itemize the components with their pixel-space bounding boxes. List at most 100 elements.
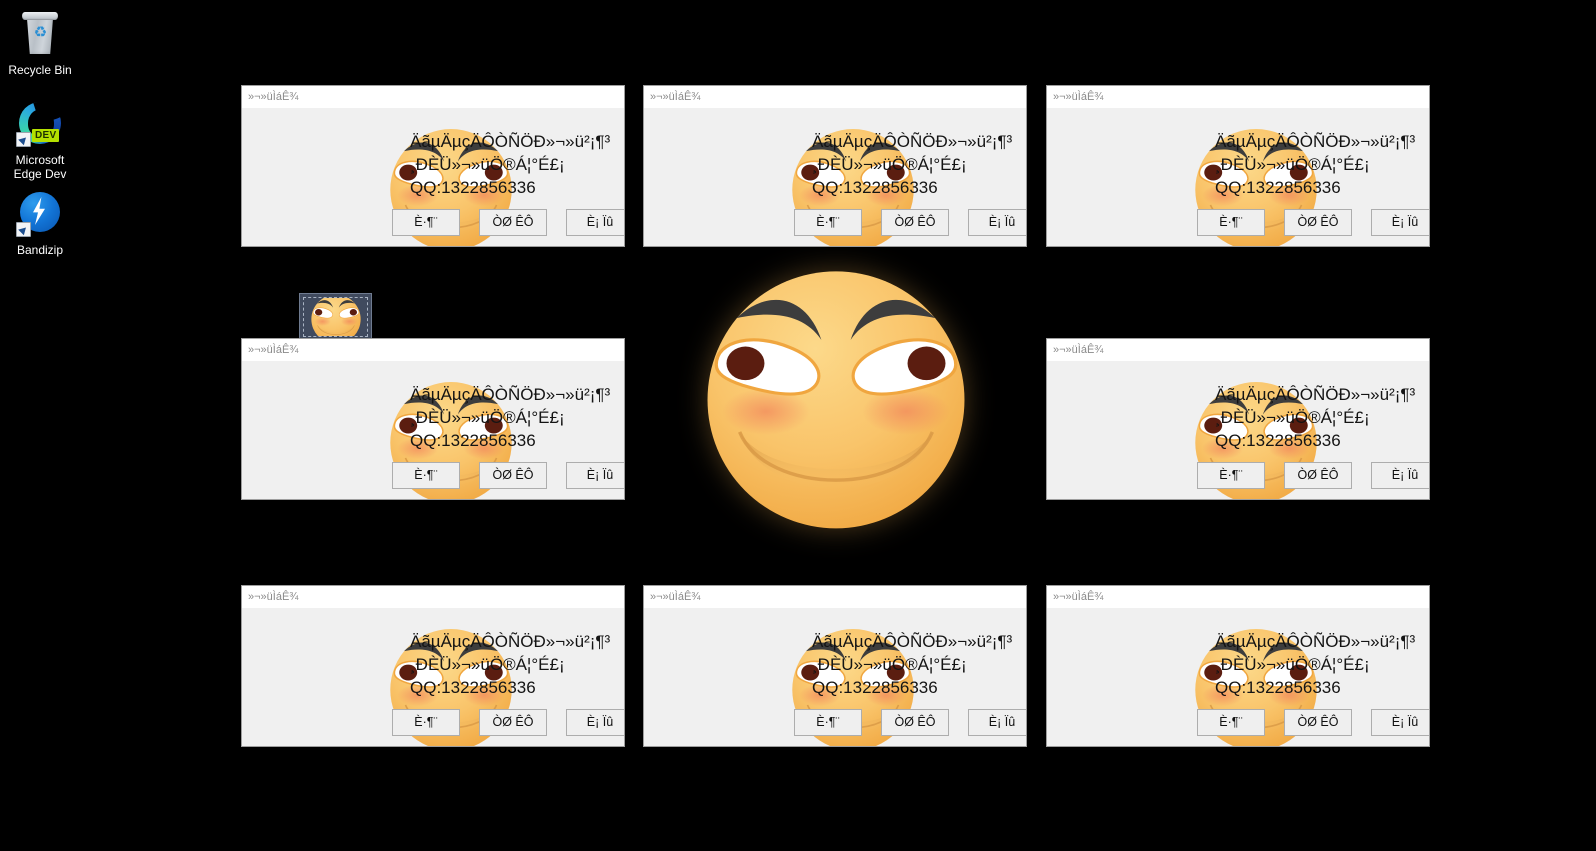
dialog-message-line-1: ÄãµÄµçÄÔÒÑÖÐ»¬»ü²¡¶³	[812, 132, 1013, 151]
dialog-retry-button[interactable]: ÒØ ÊÔ	[881, 709, 949, 736]
dialog-confirm-button[interactable]: È·¶¨	[794, 709, 862, 736]
dialog-message-line-2: ¸ÐÈÜ»¬»üÖ®Á¦°É£¡	[1215, 155, 1370, 174]
dialog-title-text: »¬»üÌáÊ¾	[1053, 344, 1104, 356]
dialog-confirm-button[interactable]: È·¶¨	[794, 209, 862, 236]
dialog-confirm-button[interactable]: È·¶¨	[1197, 462, 1265, 489]
desktop-icon-recycle-bin[interactable]: ♻ Recycle Bin	[0, 10, 80, 77]
dialog-retry-button[interactable]: ÒØ ÊÔ	[881, 209, 949, 236]
dialog-button-row: È·¶¨ ÒØ ÊÔ È¡ Ïû	[1197, 209, 1429, 236]
dialog-button-row: È·¶¨ ÒØ ÊÔ È¡ Ïû	[392, 709, 624, 736]
dialog-message-line-3: QQ:1322856336	[812, 178, 938, 197]
dialog-cancel-button[interactable]: È¡ Ïû	[566, 709, 624, 736]
virus-alert-dialog[interactable]: »¬»üÌáÊ¾ ÄãµÄµçÄÔÒÑÖÐ»¬»ü²¡¶³ ¸ÐÈÜ»¬»üÖ®…	[1046, 585, 1430, 747]
dialog-cancel-button[interactable]: È¡ Ïû	[968, 709, 1026, 736]
dialog-message-line-1: ÄãµÄµçÄÔÒÑÖÐ»¬»ü²¡¶³	[812, 632, 1013, 651]
virus-alert-dialog[interactable]: »¬»üÌáÊ¾ ÄãµÄµçÄÔÒÑÖÐ»¬»ü²¡¶³ ¸ÐÈÜ»¬»üÖ®…	[1046, 338, 1430, 500]
dialog-message-line-3: QQ:1322856336	[1215, 678, 1341, 697]
dialog-title-text: »¬»üÌáÊ¾	[1053, 91, 1104, 103]
dialog-title-bar: »¬»üÌáÊ¾	[242, 586, 624, 608]
dialog-title-text: »¬»üÌáÊ¾	[248, 344, 299, 356]
dialog-cancel-button[interactable]: È¡ Ïû	[566, 462, 624, 489]
virus-alert-dialog[interactable]: »¬»üÌáÊ¾ ÄãµÄµçÄÔÒÑÖÐ»¬»ü²¡¶³ ¸ÐÈÜ»¬»üÖ®…	[241, 85, 625, 247]
thumbnail-selection-border	[303, 297, 368, 337]
large-smiley-face	[660, 248, 1012, 540]
desktop-icon-label: Bandizip	[16, 243, 64, 257]
dialog-cancel-button[interactable]: È¡ Ïû	[566, 209, 624, 236]
virus-alert-dialog[interactable]: »¬»üÌáÊ¾ ÄãµÄµçÄÔÒÑÖÐ»¬»ü²¡¶³ ¸ÐÈÜ»¬»üÖ®…	[241, 585, 625, 747]
dialog-button-row: È·¶¨ ÒØ ÊÔ È¡ Ïû	[794, 209, 1026, 236]
dialog-cancel-button[interactable]: È¡ Ïû	[1371, 709, 1429, 736]
dialog-message: ÄãµÄµçÄÔÒÑÖÐ»¬»ü²¡¶³ ¸ÐÈÜ»¬»üÖ®Á¦°É£¡ QQ…	[812, 130, 1026, 199]
dialog-message: ÄãµÄµçÄÔÒÑÖÐ»¬»ü²¡¶³ ¸ÐÈÜ»¬»üÖ®Á¦°É£¡ QQ…	[1215, 383, 1429, 452]
dialog-title-text: »¬»üÌáÊ¾	[650, 591, 701, 603]
smiley-face-icon	[308, 298, 364, 336]
dialog-title-text: »¬»üÌáÊ¾	[650, 91, 701, 103]
dialog-retry-button[interactable]: ÒØ ÊÔ	[1284, 209, 1352, 236]
dialog-message-line-3: QQ:1322856336	[1215, 431, 1341, 450]
dialog-cancel-button[interactable]: È¡ Ïû	[1371, 209, 1429, 236]
desktop-icon-edge-dev[interactable]: DEV Microsoft Edge Dev	[0, 93, 80, 181]
virus-alert-dialog[interactable]: »¬»üÌáÊ¾ ÄãµÄµçÄÔÒÑÖÐ»¬»ü²¡¶³ ¸ÐÈÜ»¬»üÖ®…	[643, 85, 1027, 247]
dialog-button-row: È·¶¨ ÒØ ÊÔ È¡ Ïû	[1197, 462, 1429, 489]
dialog-title-text: »¬»üÌáÊ¾	[1053, 591, 1104, 603]
dialog-confirm-button[interactable]: È·¶¨	[1197, 209, 1265, 236]
dialog-cancel-button[interactable]: È¡ Ïû	[1371, 462, 1429, 489]
shortcut-arrow-icon	[16, 132, 31, 147]
dialog-title-bar: »¬»üÌáÊ¾	[1047, 339, 1429, 361]
virus-alert-dialog[interactable]: »¬»üÌáÊ¾ ÄãµÄµçÄÔÒÑÖÐ»¬»ü²¡¶³ ¸ÐÈÜ»¬»üÖ®…	[1046, 85, 1430, 247]
dialog-message-line-1: ÄãµÄµçÄÔÒÑÖÐ»¬»ü²¡¶³	[410, 632, 611, 651]
shortcut-arrow-icon	[16, 222, 31, 237]
dialog-confirm-button[interactable]: È·¶¨	[392, 209, 460, 236]
dialog-title-bar: »¬»üÌáÊ¾	[644, 86, 1026, 108]
dialog-message-line-2: ¸ÐÈÜ»¬»üÖ®Á¦°É£¡	[410, 408, 565, 427]
dialog-button-row: È·¶¨ ÒØ ÊÔ È¡ Ïû	[1197, 709, 1429, 736]
dialog-message: ÄãµÄµçÄÔÒÑÖÐ»¬»ü²¡¶³ ¸ÐÈÜ»¬»üÖ®Á¦°É£¡ QQ…	[410, 130, 624, 199]
dialog-confirm-button[interactable]: È·¶¨	[1197, 709, 1265, 736]
dialog-title-bar: »¬»üÌáÊ¾	[644, 586, 1026, 608]
desktop-icon-label-line1: Microsoft	[15, 153, 65, 167]
dialog-title-bar: »¬»üÌáÊ¾	[1047, 86, 1429, 108]
dialog-message-line-2: ¸ÐÈÜ»¬»üÖ®Á¦°É£¡	[1215, 408, 1370, 427]
virus-alert-dialog[interactable]: »¬»üÌáÊ¾ ÄãµÄµçÄÔÒÑÖÐ»¬»ü²¡¶³ ¸ÐÈÜ»¬»üÖ®…	[241, 338, 625, 500]
dialog-cancel-button[interactable]: È¡ Ïû	[968, 209, 1026, 236]
dialog-title-bar: »¬»üÌáÊ¾	[242, 339, 624, 361]
dialog-body: ÄãµÄµçÄÔÒÑÖÐ»¬»ü²¡¶³ ¸ÐÈÜ»¬»üÖ®Á¦°É£¡ QQ…	[644, 608, 1026, 746]
dialog-button-row: È·¶¨ ÒØ ÊÔ È¡ Ïû	[392, 209, 624, 236]
image-preview-thumbnail[interactable]	[299, 293, 372, 341]
dialog-body: ÄãµÄµçÄÔÒÑÖÐ»¬»ü²¡¶³ ¸ÐÈÜ»¬»üÖ®Á¦°É£¡ QQ…	[644, 108, 1026, 246]
dialog-title-text: »¬»üÌáÊ¾	[248, 91, 299, 103]
dialog-body: ÄãµÄµçÄÔÒÑÖÐ»¬»ü²¡¶³ ¸ÐÈÜ»¬»üÖ®Á¦°É£¡ QQ…	[242, 108, 624, 246]
dialog-message-line-3: QQ:1322856336	[410, 678, 536, 697]
dialog-body: ÄãµÄµçÄÔÒÑÖÐ»¬»ü²¡¶³ ¸ÐÈÜ»¬»üÖ®Á¦°É£¡ QQ…	[242, 361, 624, 499]
dialog-message-line-2: ¸ÐÈÜ»¬»üÖ®Á¦°É£¡	[812, 155, 967, 174]
virus-alert-dialog[interactable]: »¬»üÌáÊ¾ ÄãµÄµçÄÔÒÑÖÐ»¬»ü²¡¶³ ¸ÐÈÜ»¬»üÖ®…	[643, 585, 1027, 747]
dialog-button-row: È·¶¨ ÒØ ÊÔ È¡ Ïû	[794, 709, 1026, 736]
dialog-confirm-button[interactable]: È·¶¨	[392, 709, 460, 736]
dialog-message: ÄãµÄµçÄÔÒÑÖÐ»¬»ü²¡¶³ ¸ÐÈÜ»¬»üÖ®Á¦°É£¡ QQ…	[410, 383, 624, 452]
desktop-icon-bandizip[interactable]: Bandizip	[0, 190, 80, 257]
dialog-message-line-3: QQ:1322856336	[812, 678, 938, 697]
dialog-retry-button[interactable]: ÒØ ÊÔ	[479, 209, 547, 236]
dialog-message-line-3: QQ:1322856336	[1215, 178, 1341, 197]
dialog-retry-button[interactable]: ÒØ ÊÔ	[1284, 462, 1352, 489]
dialog-message-line-2: ¸ÐÈÜ»¬»üÖ®Á¦°É£¡	[812, 655, 967, 674]
dialog-confirm-button[interactable]: È·¶¨	[392, 462, 460, 489]
dialog-message-line-2: ¸ÐÈÜ»¬»üÖ®Á¦°É£¡	[410, 655, 565, 674]
dialog-button-row: È·¶¨ ÒØ ÊÔ È¡ Ïû	[392, 462, 624, 489]
dialog-message: ÄãµÄµçÄÔÒÑÖÐ»¬»ü²¡¶³ ¸ÐÈÜ»¬»üÖ®Á¦°É£¡ QQ…	[1215, 630, 1429, 699]
edge-dev-icon: DEV	[16, 93, 69, 148]
dialog-retry-button[interactable]: ÒØ ÊÔ	[479, 462, 547, 489]
dialog-message-line-1: ÄãµÄµçÄÔÒÑÖÐ»¬»ü²¡¶³	[1215, 132, 1416, 151]
desktop-icon-label: Recycle Bin	[8, 63, 72, 77]
dialog-title-bar: »¬»üÌáÊ¾	[1047, 586, 1429, 608]
dialog-body: ÄãµÄµçÄÔÒÑÖÐ»¬»ü²¡¶³ ¸ÐÈÜ»¬»üÖ®Á¦°É£¡ QQ…	[1047, 361, 1429, 499]
dialog-message-line-1: ÄãµÄµçÄÔÒÑÖÐ»¬»ü²¡¶³	[410, 132, 611, 151]
dialog-message-line-1: ÄãµÄµçÄÔÒÑÖÐ»¬»ü²¡¶³	[410, 385, 611, 404]
dialog-message-line-3: QQ:1322856336	[410, 178, 536, 197]
dialog-title-text: »¬»üÌáÊ¾	[248, 591, 299, 603]
dialog-retry-button[interactable]: ÒØ ÊÔ	[479, 709, 547, 736]
dialog-body: ÄãµÄµçÄÔÒÑÖÐ»¬»ü²¡¶³ ¸ÐÈÜ»¬»üÖ®Á¦°É£¡ QQ…	[1047, 608, 1429, 746]
dialog-body: ÄãµÄµçÄÔÒÑÖÐ»¬»ü²¡¶³ ¸ÐÈÜ»¬»üÖ®Á¦°É£¡ QQ…	[242, 608, 624, 746]
dialog-title-bar: »¬»üÌáÊ¾	[242, 86, 624, 108]
dialog-retry-button[interactable]: ÒØ ÊÔ	[1284, 709, 1352, 736]
